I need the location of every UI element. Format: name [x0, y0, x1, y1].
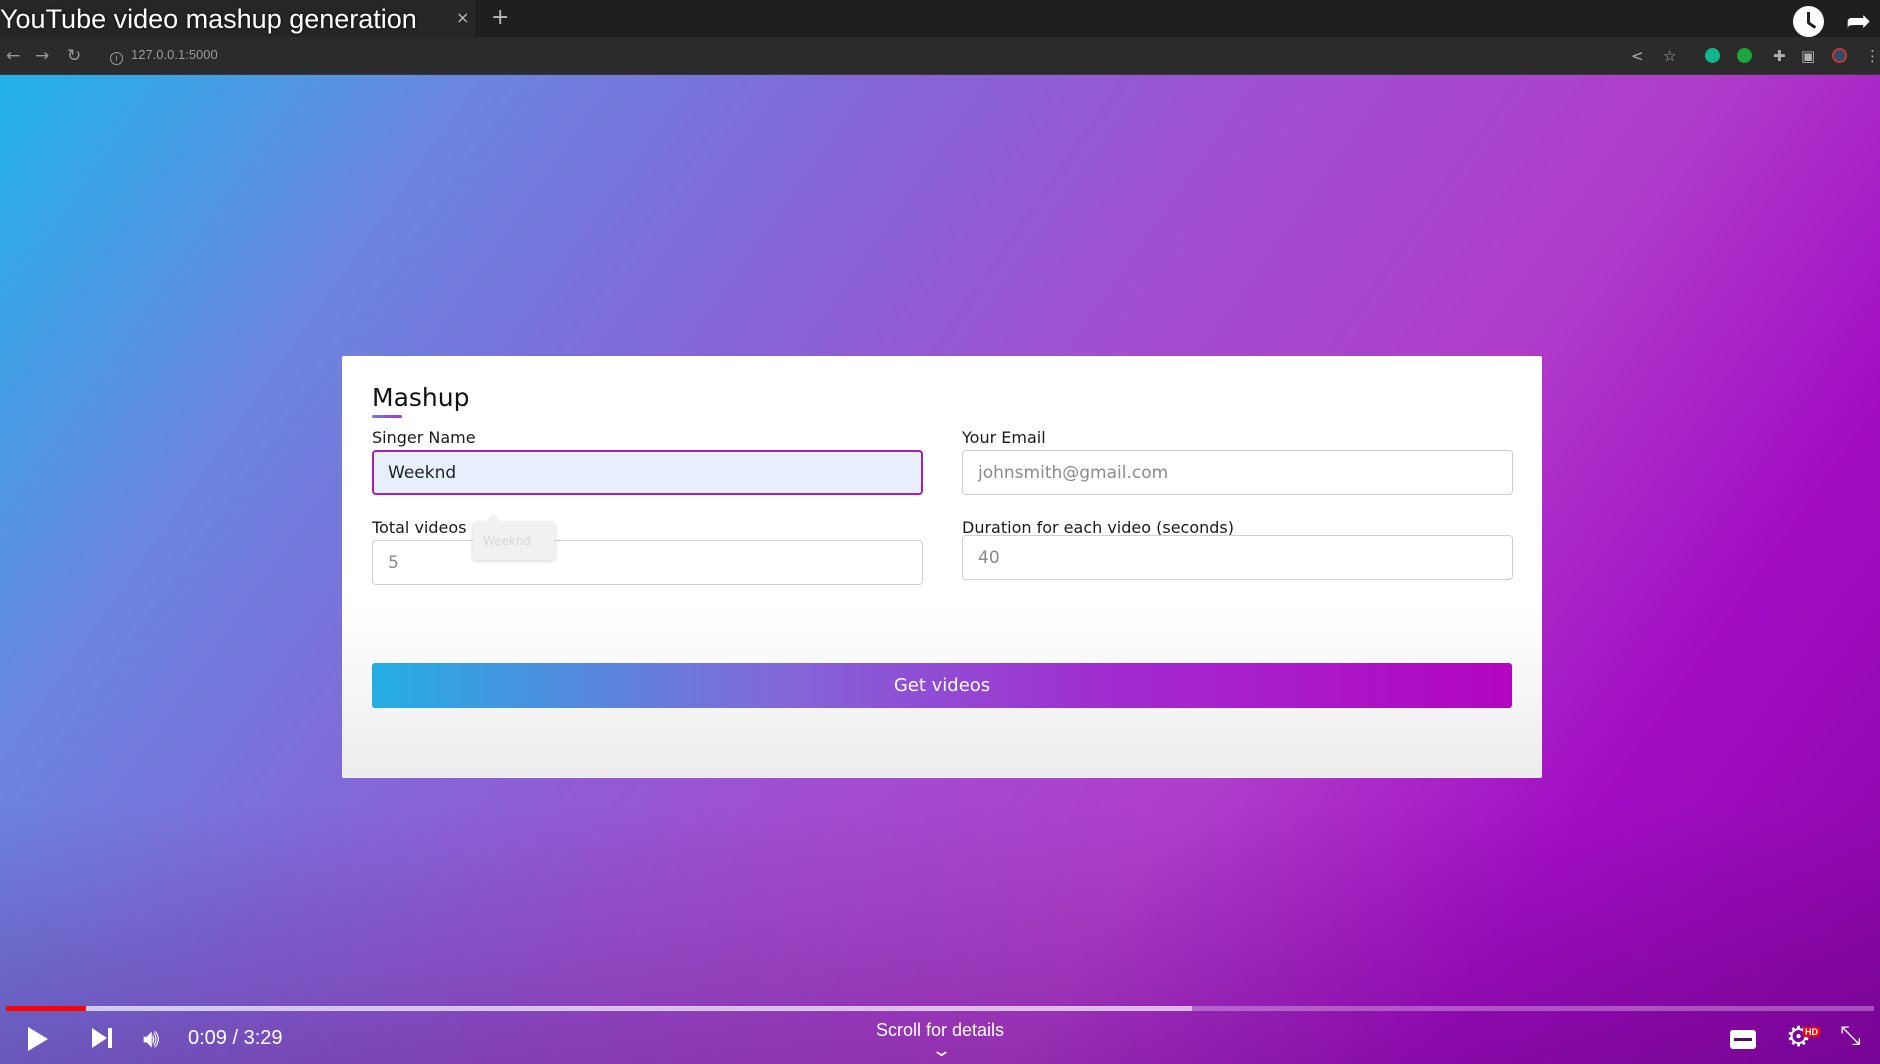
total-videos-label: Total videos — [372, 518, 467, 537]
new-tab-icon[interactable]: + — [491, 5, 509, 30]
title-underline — [372, 415, 402, 418]
watch-later-icon[interactable] — [1793, 6, 1824, 37]
progress-buffered — [6, 1006, 1193, 1011]
singer-name-input[interactable] — [372, 450, 923, 495]
chevron-down-icon[interactable]: ⌄ — [931, 1040, 952, 1061]
hd-badge: HD — [1803, 1027, 1820, 1037]
form-title: Mashup — [372, 383, 470, 412]
scroll-hint[interactable]: Scroll for details — [876, 1020, 1004, 1041]
reload-icon[interactable]: ↻ — [67, 46, 81, 66]
menu-icon[interactable]: ⋮ — [1865, 47, 1880, 65]
duration-input[interactable] — [962, 535, 1513, 580]
total-videos-input[interactable] — [372, 540, 923, 585]
email-label: Your Email — [962, 428, 1046, 447]
email-input[interactable] — [962, 450, 1513, 495]
singer-name-label: Singer Name — [372, 428, 476, 447]
video-progress-bar[interactable] — [6, 1006, 1874, 1011]
sidebar-icon[interactable]: ▣ — [1801, 47, 1815, 65]
avatar[interactable] — [1832, 48, 1847, 63]
time-display: 0:09 / 3:29 — [188, 1027, 283, 1049]
next-icon[interactable] — [92, 1028, 107, 1048]
tab-close-icon[interactable]: × — [456, 8, 469, 27]
extension-icon[interactable] — [1705, 48, 1720, 63]
info-icon[interactable]: i — [110, 52, 123, 65]
get-videos-button[interactable]: Get videos — [372, 663, 1512, 708]
url-text: 127.0.0.1:5000 — [131, 47, 218, 62]
video-title[interactable]: YouTube video mashup generation — [0, 4, 417, 35]
page-background: Mashup Singer Name Your Email Total vide… — [0, 75, 1880, 1064]
extension-icon[interactable] — [1737, 48, 1752, 63]
browser-address-bar: ← → ↻ i 127.0.0.1:5000 < ☆ ✚ ▣ ⋮ — [0, 37, 1880, 75]
star-icon[interactable]: ☆ — [1663, 47, 1676, 65]
autofill-suggestion[interactable]: Weeknd — [473, 522, 555, 560]
subtitles-icon[interactable] — [1730, 1030, 1756, 1049]
volume-icon[interactable]: 🔊︎ — [143, 1024, 159, 1055]
mashup-form-card: Mashup Singer Name Your Email Total vide… — [342, 356, 1542, 778]
next-icon-bar — [108, 1028, 112, 1048]
share-icon[interactable]: ➦ — [1846, 4, 1871, 39]
exit-fullscreen-icon[interactable]: ⤡ — [1840, 1021, 1861, 1052]
forward-arrow-icon[interactable]: → — [35, 46, 49, 66]
progress-played — [6, 1006, 87, 1011]
extension-icon[interactable]: ✚ — [1773, 47, 1786, 65]
share-icon[interactable]: < — [1631, 47, 1644, 65]
back-arrow-icon[interactable]: ← — [6, 46, 20, 66]
url-field[interactable]: i 127.0.0.1:5000 — [110, 47, 218, 65]
play-icon[interactable] — [28, 1027, 48, 1051]
